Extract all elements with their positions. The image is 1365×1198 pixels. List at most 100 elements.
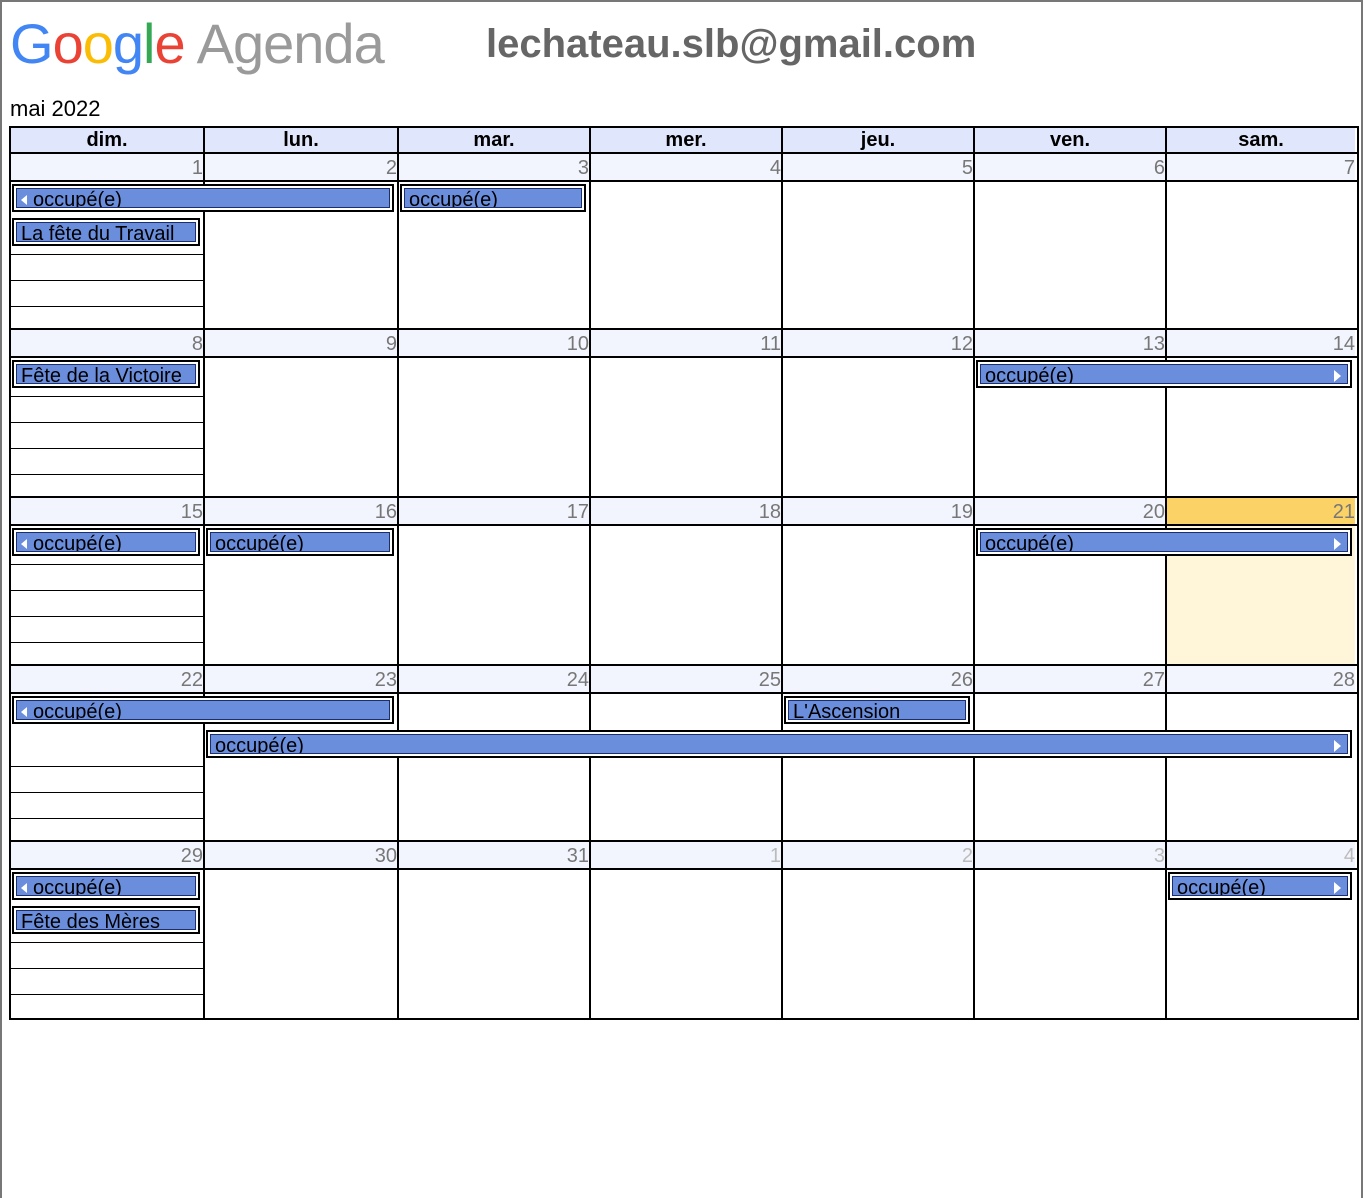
day-number[interactable]: 27 — [975, 666, 1167, 692]
calendar-event[interactable]: occupé(e) — [206, 730, 1352, 758]
day-number[interactable]: 12 — [783, 330, 975, 356]
day-number[interactable]: 6 — [975, 154, 1167, 180]
event-label: occupé(e) — [33, 189, 122, 208]
column-divider — [973, 870, 975, 1018]
slot-line — [11, 422, 203, 423]
day-number[interactable]: 2 — [205, 154, 399, 180]
weekday-label: jeu. — [783, 128, 975, 152]
column-divider — [589, 526, 591, 664]
column-divider — [973, 358, 975, 496]
logo-letter: l — [143, 12, 155, 75]
calendar-event[interactable]: Fête de la Victoire — [12, 360, 200, 388]
day-number[interactable]: 16 — [205, 498, 399, 524]
day-number[interactable]: 4 — [591, 154, 783, 180]
slot-line — [11, 968, 203, 969]
slot-line — [11, 766, 203, 767]
day-number[interactable]: 1 — [11, 154, 205, 180]
column-divider — [781, 358, 783, 496]
column-divider — [781, 694, 783, 840]
continues-right-icon — [1334, 538, 1341, 550]
day-number-row: 1234567 — [11, 154, 1357, 182]
day-number[interactable]: 22 — [11, 666, 205, 692]
continues-right-icon — [1334, 740, 1341, 752]
product-name: Agenda — [196, 12, 385, 75]
day-number[interactable]: 1 — [591, 842, 783, 868]
calendar-event[interactable]: occupé(e) — [12, 696, 394, 724]
day-number[interactable]: 10 — [399, 330, 591, 356]
day-number[interactable]: 26 — [783, 666, 975, 692]
day-number[interactable]: 19 — [783, 498, 975, 524]
day-number-row: 8 9 10 11 12 13 14 — [11, 330, 1357, 358]
calendar-event[interactable]: occupé(e) — [976, 360, 1352, 388]
column-divider — [1165, 694, 1167, 840]
day-number[interactable]: 20 — [975, 498, 1167, 524]
event-label: occupé(e) — [215, 533, 304, 552]
week-row: 22 23 24 25 26 27 28 occupé(e) L'Ascension occupé… — [9, 666, 1359, 842]
calendar-event[interactable]: occupé(e) — [1168, 872, 1352, 900]
column-divider — [203, 526, 205, 664]
event-label: La fête du Travail — [21, 223, 175, 242]
calendar-event[interactable]: occupé(e) — [12, 872, 200, 900]
event-label: occupé(e) — [985, 365, 1074, 384]
calendar-event[interactable]: Fête des Mères — [12, 906, 200, 934]
day-number-row: 15 16 17 18 19 20 21 — [11, 498, 1357, 526]
event-label: L'Ascension — [793, 701, 901, 720]
day-number-today[interactable]: 21 — [1167, 498, 1355, 524]
event-body: occupé(e) — [16, 188, 390, 208]
logo-letter: e — [154, 12, 185, 75]
column-divider — [973, 182, 975, 328]
day-number[interactable]: 14 — [1167, 330, 1355, 356]
day-number[interactable]: 7 — [1167, 154, 1355, 180]
day-number[interactable]: 11 — [591, 330, 783, 356]
calendar-event[interactable]: occupé(e) — [400, 184, 586, 212]
day-number[interactable]: 18 — [591, 498, 783, 524]
day-number[interactable]: 13 — [975, 330, 1167, 356]
day-number[interactable]: 15 — [11, 498, 205, 524]
column-divider — [203, 870, 205, 1018]
day-number[interactable]: 3 — [975, 842, 1167, 868]
day-number[interactable]: 31 — [399, 842, 591, 868]
day-number[interactable]: 24 — [399, 666, 591, 692]
column-divider — [397, 694, 399, 840]
calendar-event[interactable]: La fête du Travail — [12, 218, 200, 246]
column-divider — [1165, 870, 1167, 1018]
slot-line — [11, 448, 203, 449]
week-row: 8 9 10 11 12 13 14 Fête de la Victoire occupé(e) — [9, 330, 1359, 498]
slot-line — [11, 642, 203, 643]
column-divider — [781, 870, 783, 1018]
event-body: occupé(e) — [16, 532, 196, 552]
day-number[interactable]: 23 — [205, 666, 399, 692]
continues-left-icon — [21, 539, 27, 549]
calendar-event[interactable]: occupé(e) — [12, 184, 394, 212]
day-number[interactable]: 28 — [1167, 666, 1355, 692]
month-label: mai 2022 — [10, 96, 101, 121]
day-number[interactable]: 8 — [11, 330, 205, 356]
day-number[interactable]: 2 — [783, 842, 975, 868]
event-label: occupé(e) — [1177, 877, 1266, 896]
day-number[interactable]: 29 — [11, 842, 205, 868]
event-label: occupé(e) — [215, 735, 304, 754]
calendar-event[interactable]: occupé(e) — [12, 528, 200, 556]
calendar-event[interactable]: L'Ascension — [784, 696, 970, 724]
day-number[interactable]: 5 — [783, 154, 975, 180]
calendar-event[interactable]: occupé(e) — [976, 528, 1352, 556]
day-number[interactable]: 4 — [1167, 842, 1355, 868]
day-number[interactable]: 3 — [399, 154, 591, 180]
day-number[interactable]: 9 — [205, 330, 399, 356]
google-logo: Google — [10, 16, 186, 72]
day-number[interactable]: 25 — [591, 666, 783, 692]
event-label: occupé(e) — [33, 877, 122, 896]
account-email: lechateau.slb@gmail.com — [486, 22, 977, 66]
slot-line — [11, 396, 203, 397]
slot-line — [11, 474, 203, 475]
week-row: 1 2 3 4 5 6 7 occupé(e) occupé(e) La fête du Trav… — [9, 154, 1359, 330]
event-label: occupé(e) — [33, 533, 122, 552]
event-label: Fête de la Victoire — [21, 365, 182, 384]
day-number-row: 22 23 24 25 26 27 28 — [11, 666, 1357, 694]
day-number[interactable]: 17 — [399, 498, 591, 524]
event-body: Fête des Mères — [16, 910, 196, 930]
calendar-event[interactable]: occupé(e) — [206, 528, 394, 556]
day-number[interactable]: 30 — [205, 842, 399, 868]
continues-left-icon — [21, 883, 27, 893]
slot-line — [11, 280, 203, 281]
